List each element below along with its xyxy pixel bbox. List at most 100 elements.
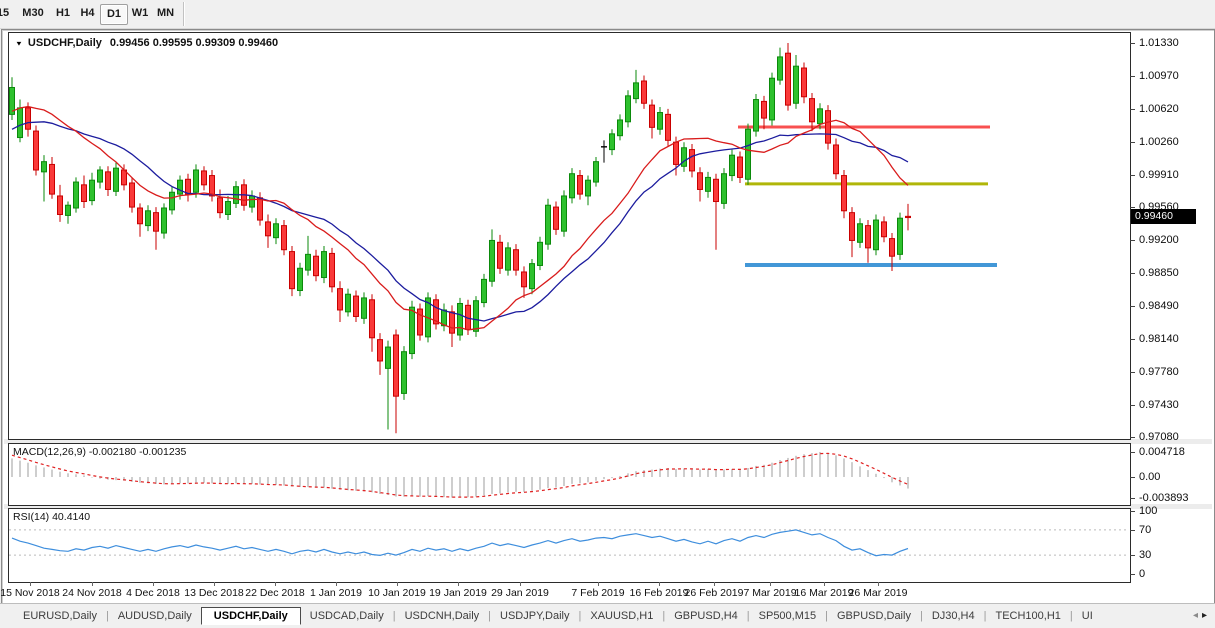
candle-body[interactable] <box>202 171 207 185</box>
candle-body[interactable] <box>258 198 263 220</box>
candle-body[interactable] <box>610 134 615 150</box>
candle-body[interactable] <box>626 96 631 122</box>
candle-body[interactable] <box>778 57 783 80</box>
candle-body[interactable] <box>818 109 823 124</box>
candle-body[interactable] <box>330 253 335 286</box>
tab-scroll-right-icon[interactable]: ▸ <box>1202 610 1211 621</box>
candle-body[interactable] <box>218 198 223 213</box>
candle-body[interactable] <box>394 335 399 396</box>
candle-body[interactable] <box>906 216 911 217</box>
candle-body[interactable] <box>322 252 327 278</box>
candle-body[interactable] <box>578 176 583 195</box>
candle-body[interactable] <box>562 196 567 231</box>
candle-body[interactable] <box>458 303 463 335</box>
candle-body[interactable] <box>402 352 407 394</box>
candle-body[interactable] <box>474 301 479 332</box>
candle-body[interactable] <box>274 224 279 238</box>
candle-body[interactable] <box>594 162 599 182</box>
tab-usdchf[interactable]: USDCHF,Daily <box>201 607 301 625</box>
candle-body[interactable] <box>314 256 319 275</box>
candle-body[interactable] <box>738 157 743 177</box>
candle-body[interactable] <box>450 312 455 333</box>
timeframe-button-mn[interactable]: MN <box>153 4 178 23</box>
tab-gbpusd[interactable]: GBPUSD,Daily <box>828 607 920 625</box>
candle-body[interactable] <box>130 183 135 207</box>
candle-body[interactable] <box>226 202 231 215</box>
candle-body[interactable] <box>714 179 719 201</box>
candle-body[interactable] <box>186 179 191 194</box>
candle-body[interactable] <box>114 168 119 191</box>
candle-body[interactable] <box>362 298 367 318</box>
candle-body[interactable] <box>858 224 863 243</box>
candle-body[interactable] <box>762 101 767 118</box>
tab-audusd[interactable]: AUDUSD,Daily <box>109 607 201 625</box>
candle-body[interactable] <box>18 108 23 138</box>
tab-tech100[interactable]: TECH100,H1 <box>986 607 1069 625</box>
tab-xauusd[interactable]: XAUUSD,H1 <box>581 607 662 625</box>
candle-body[interactable] <box>146 211 151 226</box>
macd-indicator-panel[interactable]: MACD(12,26,9) -0.002180 -0.001235 <box>8 443 1131 506</box>
candle-body[interactable] <box>290 252 295 289</box>
candle-body[interactable] <box>522 272 527 287</box>
candle-body[interactable] <box>282 226 287 250</box>
candle-body[interactable] <box>658 113 663 130</box>
candlestick-chart[interactable] <box>9 33 1128 437</box>
price-chart-panel[interactable]: ▼USDCHF,Daily0.99456 0.99595 0.99309 0.9… <box>8 32 1131 440</box>
chart-dropdown-icon[interactable]: ▼ <box>15 40 23 47</box>
candle-body[interactable] <box>370 300 375 338</box>
timeframe-button-h4[interactable]: H4 <box>76 4 99 23</box>
candle-body[interactable] <box>162 208 167 233</box>
candle-body[interactable] <box>882 222 887 237</box>
candle-body[interactable] <box>554 207 559 229</box>
candle-body[interactable] <box>786 53 791 105</box>
candle-body[interactable] <box>698 173 703 190</box>
candle-body[interactable] <box>634 83 639 99</box>
candle-body[interactable] <box>178 180 183 194</box>
tab-ui[interactable]: UI <box>1073 607 1102 625</box>
candle-body[interactable] <box>138 208 143 224</box>
candle-body[interactable] <box>898 218 903 254</box>
timeframe-button-m30[interactable]: M30 <box>18 4 48 23</box>
candle-body[interactable] <box>538 242 543 265</box>
candle-body[interactable] <box>298 268 303 290</box>
candle-body[interactable] <box>210 176 215 196</box>
candle-body[interactable] <box>706 177 711 191</box>
tab-scroll-left-icon[interactable]: ◂ <box>1193 610 1202 621</box>
candle-body[interactable] <box>506 248 511 270</box>
candle-body[interactable] <box>170 192 175 210</box>
tab-usdcad[interactable]: USDCAD,Daily <box>301 607 393 625</box>
candle-body[interactable] <box>66 205 71 215</box>
tab-eurusd[interactable]: EURUSD,Daily <box>14 607 106 625</box>
candle-body[interactable] <box>810 99 815 122</box>
candle-body[interactable] <box>306 254 311 270</box>
candle-body[interactable] <box>682 148 687 167</box>
candle-body[interactable] <box>650 105 655 127</box>
candle-body[interactable] <box>386 347 391 368</box>
candle-body[interactable] <box>674 142 679 164</box>
candle-body[interactable] <box>74 182 79 208</box>
candle-body[interactable] <box>90 180 95 200</box>
tab-sp500[interactable]: SP500,M15 <box>750 607 825 625</box>
candle-body[interactable] <box>834 145 839 174</box>
rsi-indicator-panel[interactable]: RSI(14) 40.4140 <box>8 508 1131 583</box>
candle-body[interactable] <box>546 205 551 244</box>
candle-body[interactable] <box>98 170 103 182</box>
candle-body[interactable] <box>338 289 343 310</box>
candle-body[interactable] <box>722 174 727 204</box>
candle-body[interactable] <box>50 164 55 194</box>
candle-body[interactable] <box>42 162 47 172</box>
candle-body[interactable] <box>618 120 623 136</box>
timeframe-button-w1[interactable]: W1 <box>128 4 152 23</box>
tab-usdcnh[interactable]: USDCNH,Daily <box>396 607 489 625</box>
candle-body[interactable] <box>26 108 31 129</box>
candle-body[interactable] <box>794 66 799 103</box>
candle-body[interactable] <box>586 180 591 196</box>
rsi-chart[interactable] <box>9 509 1128 580</box>
tab-gbpusd[interactable]: GBPUSD,H4 <box>665 607 747 625</box>
candle-body[interactable] <box>530 264 535 289</box>
timeframe-button-d1[interactable]: D1 <box>100 4 128 25</box>
candle-body[interactable] <box>802 68 807 97</box>
candle-body[interactable] <box>730 155 735 175</box>
tab-dj30[interactable]: DJ30,H4 <box>923 607 984 625</box>
candle-body[interactable] <box>154 213 159 232</box>
